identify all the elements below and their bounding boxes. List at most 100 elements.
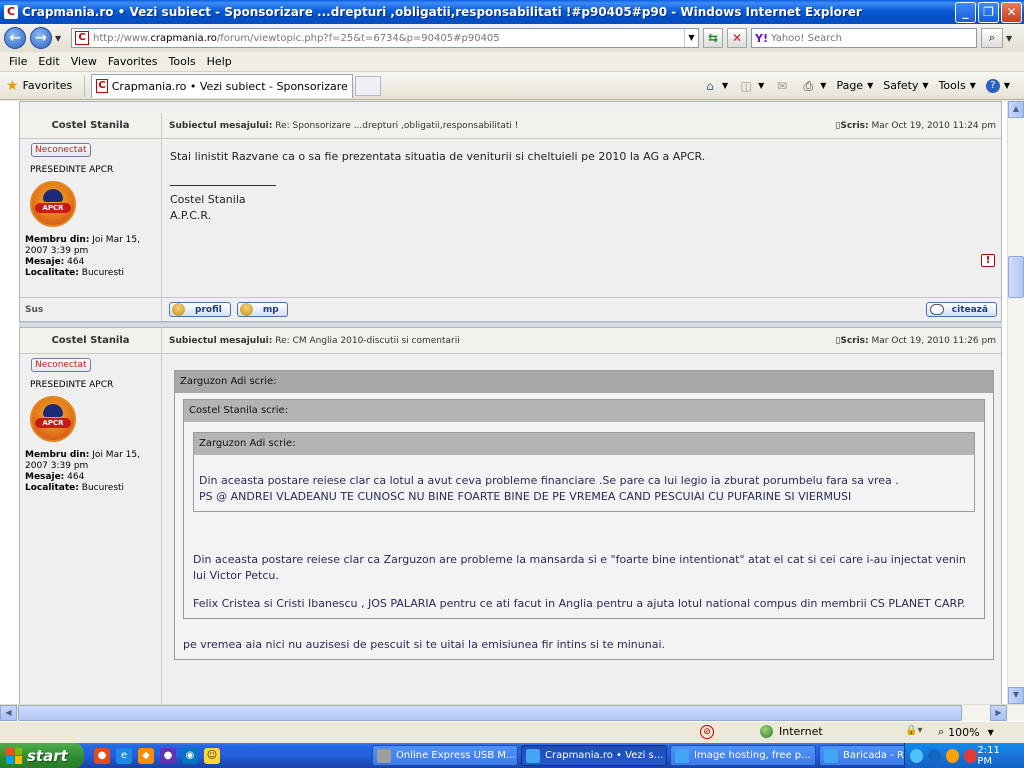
start-button[interactable]: start bbox=[0, 743, 84, 768]
favorites-button[interactable]: Favorites bbox=[23, 79, 73, 92]
user-meta: Membru din: Joi Mar 15, 2007 3:39 pm Mes… bbox=[25, 450, 140, 493]
quote-block-inner: Zarguzon Adi scrie: Din aceasta postare … bbox=[193, 432, 975, 512]
tools-menu[interactable]: Tools ▼ bbox=[939, 79, 976, 92]
help-menu[interactable]: ? ▼ bbox=[985, 78, 1010, 93]
horizontal-scroll-thumb[interactable] bbox=[18, 705, 962, 721]
window-title: Crapmania.ro • Vezi subiect - Sponsoriza… bbox=[22, 5, 862, 19]
pm-button[interactable]: mp bbox=[236, 302, 288, 317]
quote-icon bbox=[929, 304, 944, 315]
close-window-button[interactable]: ✕ bbox=[1001, 1, 1022, 23]
page-menu[interactable]: Page ▼ bbox=[836, 79, 873, 92]
post-date: ▯Scris: Mar Oct 19, 2010 11:26 pm bbox=[835, 335, 996, 346]
menu-help[interactable]: Help bbox=[207, 55, 232, 68]
post-body: Neconectat PRESEDINTE APCR APCR Membru d… bbox=[20, 139, 1001, 297]
menu-edit[interactable]: Edit bbox=[38, 55, 59, 68]
scroll-right-arrow[interactable]: ▶ bbox=[990, 705, 1007, 721]
author-profile: Neconectat PRESEDINTE APCR APCR Membru d… bbox=[20, 354, 162, 704]
messenger-icon[interactable]: ☺ bbox=[204, 747, 220, 764]
zoom-level[interactable]: ⌕ 100% ▼ bbox=[938, 725, 994, 739]
safety-menu[interactable]: Safety ▼ bbox=[883, 79, 928, 92]
tab-separator bbox=[84, 74, 86, 97]
user-rank: PRESEDINTE APCR bbox=[30, 165, 114, 175]
home-button[interactable]: ⌂ ▼ bbox=[702, 79, 728, 93]
command-bar: ⌂ ▼ ◫ ▼ ✉ ⎙ ▼ Page ▼ Safety ▼ Tools ▼ ? ▼ bbox=[692, 78, 1010, 93]
tray-app-icon[interactable] bbox=[928, 748, 942, 763]
vertical-scroll-thumb[interactable] bbox=[1008, 256, 1024, 298]
tray-app-icon[interactable] bbox=[946, 748, 960, 763]
feeds-button[interactable]: ◫ ▼ bbox=[738, 79, 764, 93]
profile-icon bbox=[172, 303, 185, 316]
quicklaunch-app-icon[interactable]: ◉ bbox=[182, 747, 198, 764]
quick-launch: ● e ◆ ● ◉ ☺ bbox=[94, 747, 294, 764]
menu-view[interactable]: View bbox=[71, 55, 97, 68]
site-favicon: C bbox=[75, 31, 89, 45]
post-subject: Subiectul mesajului: Re: CM Anglia 2010-… bbox=[169, 335, 460, 346]
tab-favicon: C bbox=[96, 79, 108, 93]
stop-icon[interactable]: ✕ bbox=[727, 28, 747, 48]
quicklaunch-app-icon[interactable]: ● bbox=[94, 747, 110, 764]
menu-favorites[interactable]: Favorites bbox=[108, 55, 158, 68]
security-zone[interactable]: Internet bbox=[760, 725, 823, 738]
horizontal-scrollbar[interactable]: ◀ ▶ bbox=[0, 704, 1024, 721]
profile-button[interactable]: profil bbox=[169, 302, 231, 317]
recent-pages-dropdown[interactable]: ▼ bbox=[55, 34, 65, 43]
taskbar-button[interactable]: Image hosting, free p... bbox=[670, 745, 816, 766]
back-to-top-link[interactable]: Sus bbox=[20, 298, 162, 321]
post-header: Costel Stanila Subiectul mesajului: Re: … bbox=[20, 113, 1001, 139]
pm-icon bbox=[239, 303, 253, 316]
mail-button[interactable]: ✉ bbox=[774, 79, 790, 93]
yahoo-search-icon: Y! bbox=[755, 31, 768, 45]
address-toolbar: ← → ▼ C http://www.crapmania.ro/forum/vi… bbox=[0, 24, 1024, 52]
address-bar[interactable]: C http://www.crapmania.ro/forum/viewtopi… bbox=[71, 28, 699, 48]
quote-header: Costel Stanila scrie: bbox=[184, 400, 984, 422]
new-tab-button[interactable] bbox=[355, 75, 382, 96]
quote-text: Felix Cristea si Cristi Ibanescu , JOS P… bbox=[193, 597, 966, 610]
taskbar-button[interactable]: Online Express USB M... bbox=[372, 745, 518, 766]
print-button[interactable]: ⎙ ▼ bbox=[800, 79, 826, 93]
post-author[interactable]: Costel Stanila bbox=[20, 328, 162, 353]
windows-logo-icon bbox=[6, 747, 22, 764]
mail-icon: ✉ bbox=[777, 78, 788, 93]
maximize-button[interactable]: ❐ bbox=[978, 1, 999, 23]
post-author[interactable]: Costel Stanila bbox=[20, 113, 162, 138]
quicklaunch-app-icon[interactable]: ◆ bbox=[138, 747, 154, 764]
popup-blocker-icon[interactable]: ⊘ bbox=[700, 725, 714, 739]
taskbar-button-active[interactable]: Crapmania.ro • Vezi s... bbox=[521, 745, 667, 766]
search-button[interactable]: ⌕ bbox=[981, 28, 1003, 48]
scroll-down-arrow[interactable]: ▼ bbox=[1008, 687, 1024, 704]
forum-post: Costel Stanila Subiectul mesajului: Re: … bbox=[19, 327, 1002, 704]
search-options-dropdown[interactable]: ▼ bbox=[1006, 34, 1016, 43]
tray-network-icon[interactable] bbox=[910, 748, 924, 763]
taskbar-clock[interactable]: 2:11 PM bbox=[977, 745, 1015, 767]
minimize-button[interactable]: _ bbox=[955, 1, 976, 23]
refresh-icon[interactable]: ⇆ bbox=[703, 28, 723, 48]
ie-icon[interactable]: e bbox=[116, 747, 132, 764]
scroll-left-arrow[interactable]: ◀ bbox=[0, 705, 17, 721]
title-bar: C Crapmania.ro • Vezi subiect - Sponsori… bbox=[0, 0, 1024, 24]
search-box[interactable]: Y! bbox=[751, 28, 977, 48]
forward-button[interactable]: → bbox=[30, 27, 52, 49]
quote-body: Zarguzon Adi scrie: Din aceasta postare … bbox=[184, 422, 984, 618]
tab-crapmania[interactable]: C Crapmania.ro • Vezi subiect - Sponsori… bbox=[91, 73, 354, 98]
tab-label: Crapmania.ro • Vezi subiect - Sponsoriza… bbox=[111, 79, 353, 93]
post-actions: profil mp citează bbox=[162, 302, 1001, 317]
address-dropdown[interactable]: ▼ bbox=[684, 29, 698, 47]
quicklaunch-app-icon[interactable]: ● bbox=[160, 747, 176, 764]
menu-file[interactable]: File bbox=[9, 55, 27, 68]
back-button[interactable]: ← bbox=[4, 27, 26, 49]
scroll-up-arrow[interactable]: ▲ bbox=[1008, 101, 1024, 118]
quote-block-mid: Costel Stanila scrie: Zarguzon Adi scrie… bbox=[183, 399, 985, 619]
tray-app-icon[interactable] bbox=[964, 748, 978, 763]
search-input[interactable] bbox=[770, 32, 961, 44]
report-post-icon[interactable]: ! bbox=[981, 254, 995, 267]
quote-button[interactable]: citează bbox=[925, 302, 997, 317]
protected-mode-icon[interactable]: 🔒▾ bbox=[905, 725, 922, 736]
address-url[interactable]: http://www.crapmania.ro/forum/viewtopic.… bbox=[93, 33, 684, 44]
windows-taskbar: start ● e ◆ ● ◉ ☺ Online Express USB M..… bbox=[0, 743, 1024, 768]
user-rank: PRESEDINTE APCR bbox=[30, 380, 114, 390]
quote-body: Din aceasta postare reiese clar ca lotul… bbox=[194, 455, 974, 511]
vertical-scrollbar[interactable]: ▲ ▼ bbox=[1007, 101, 1024, 704]
menu-tools[interactable]: Tools bbox=[169, 55, 196, 68]
favorites-star-icon[interactable]: ★ bbox=[6, 78, 19, 94]
quote-header: Zarguzon Adi scrie: bbox=[194, 433, 974, 455]
